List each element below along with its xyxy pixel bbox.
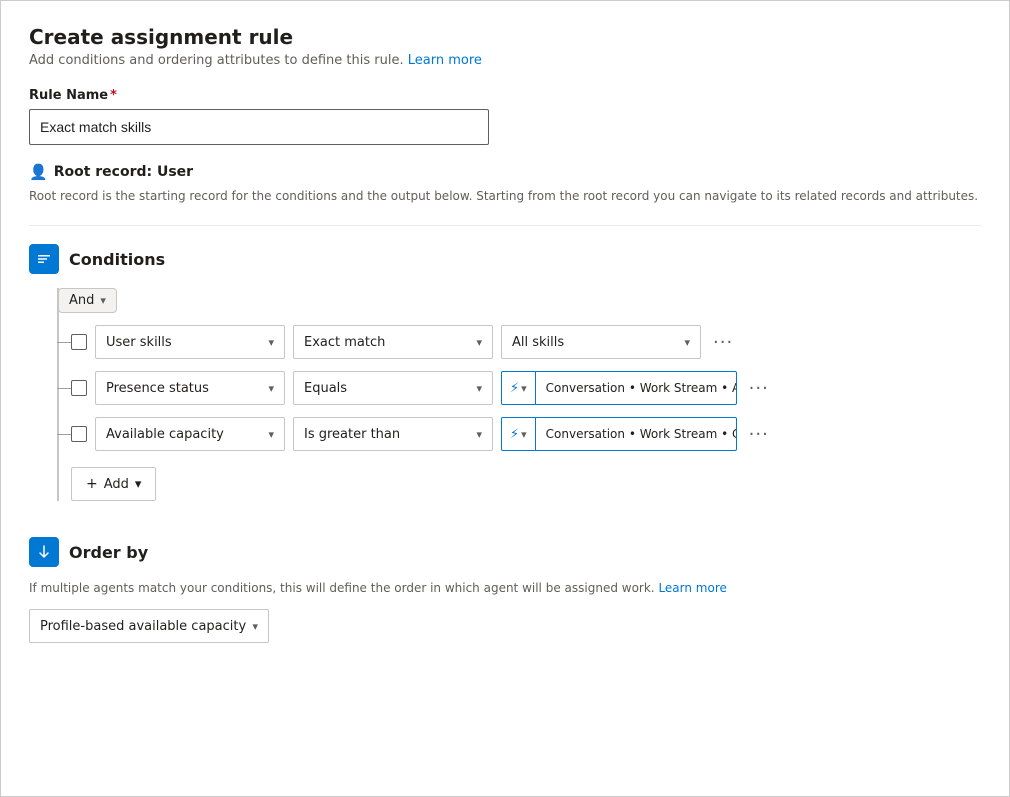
conditions-block: And ▾ User skills ▾ Exact match ▾ All sk…: [29, 288, 981, 501]
operator-chevron-icon-3: ▾: [476, 428, 482, 441]
rule-name-label: Rule Name*: [29, 88, 981, 103]
order-by-learn-more-link[interactable]: Learn more: [658, 581, 726, 595]
order-by-header: Order by: [29, 537, 981, 567]
value-dropdown-1[interactable]: All skills ▾: [501, 325, 701, 359]
plus-icon: +: [86, 476, 98, 492]
operator-dropdown-2[interactable]: Equals ▾: [293, 371, 493, 405]
condition-checkbox-2[interactable]: [71, 380, 87, 396]
dynamic-value-2: ⚡ ▾ Conversation • Work Stream • All... …: [501, 371, 737, 405]
order-by-dropdown[interactable]: Profile-based available capacity ▾: [29, 609, 269, 643]
root-record-label: Root record: User: [54, 164, 193, 180]
lightning-icon-3: ⚡: [510, 427, 519, 442]
more-options-2[interactable]: ···: [745, 376, 773, 401]
dynamic-icon-btn-2[interactable]: ⚡ ▾: [502, 372, 536, 404]
condition-checkbox-1[interactable]: [71, 334, 87, 350]
page-subtitle: Add conditions and ordering attributes t…: [29, 53, 981, 68]
condition-checkbox-3[interactable]: [71, 426, 87, 442]
operator-chevron-icon-2: ▾: [476, 382, 482, 395]
field-chevron-icon-2: ▾: [268, 382, 274, 395]
root-record-description: Root record is the starting record for t…: [29, 187, 979, 205]
order-by-description: If multiple agents match your conditions…: [29, 581, 981, 595]
value-chevron-icon-1: ▾: [684, 336, 690, 349]
root-record-header: 👤 Root record: User: [29, 163, 981, 181]
learn-more-link[interactable]: Learn more: [408, 53, 482, 68]
more-options-3[interactable]: ···: [745, 422, 773, 447]
conditions-title: Conditions: [69, 250, 165, 269]
lightning-icon-2: ⚡: [510, 381, 519, 396]
add-condition-button[interactable]: + Add ▾: [71, 467, 156, 501]
page-title: Create assignment rule: [29, 25, 981, 49]
field-dropdown-1[interactable]: User skills ▾: [95, 325, 285, 359]
order-by-icon: [29, 537, 59, 567]
user-icon: 👤: [29, 163, 48, 181]
field-chevron-icon-1: ▾: [268, 336, 274, 349]
field-chevron-icon-3: ▾: [268, 428, 274, 441]
condition-row-3: Available capacity ▾ Is greater than ▾ ⚡…: [71, 417, 981, 451]
conditions-icon: [29, 244, 59, 274]
dynamic-chevron-icon-2: ▾: [521, 382, 527, 395]
conditions-section-header: Conditions: [29, 244, 981, 274]
operator-chevron-icon-1: ▾: [476, 336, 482, 349]
add-chevron-icon: ▾: [135, 477, 142, 492]
and-chevron-icon: ▾: [100, 294, 106, 307]
more-options-1[interactable]: ···: [709, 330, 737, 355]
order-by-title: Order by: [69, 543, 148, 562]
and-badge[interactable]: And ▾: [58, 288, 117, 313]
dynamic-icon-btn-3[interactable]: ⚡ ▾: [502, 418, 536, 450]
rule-name-input[interactable]: [29, 109, 489, 145]
field-dropdown-2[interactable]: Presence status ▾: [95, 371, 285, 405]
condition-row-2: Presence status ▾ Equals ▾ ⚡ ▾ Conversat…: [71, 371, 981, 405]
dynamic-chevron-icon-3: ▾: [521, 428, 527, 441]
operator-dropdown-3[interactable]: Is greater than ▾: [293, 417, 493, 451]
order-by-chevron-icon: ▾: [252, 620, 258, 633]
condition-row-1: User skills ▾ Exact match ▾ All skills ▾…: [71, 325, 981, 359]
order-by-section: Order by If multiple agents match your c…: [29, 537, 981, 643]
field-dropdown-3[interactable]: Available capacity ▾: [95, 417, 285, 451]
operator-dropdown-1[interactable]: Exact match ▾: [293, 325, 493, 359]
conditions-container: And ▾ User skills ▾ Exact match ▾ All sk…: [57, 288, 981, 501]
dynamic-value-3: ⚡ ▾ Conversation • Work Stream • Ca... ✏: [501, 417, 737, 451]
divider-1: [29, 225, 981, 226]
rule-name-field: Rule Name*: [29, 88, 981, 145]
